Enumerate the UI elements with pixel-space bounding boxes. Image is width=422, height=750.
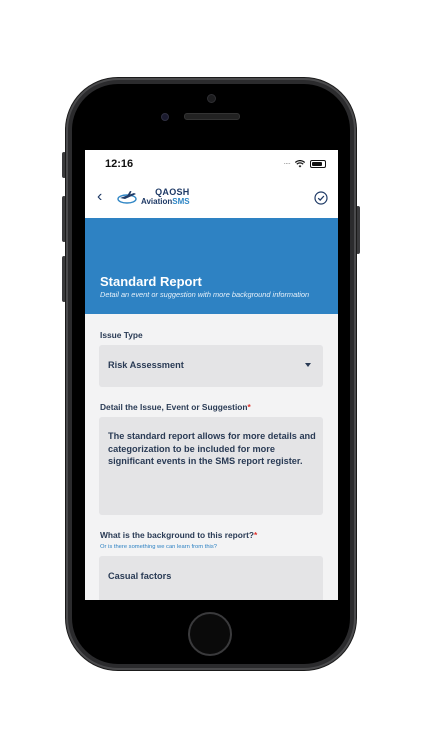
- report-header: Standard Report Detail an event or sugge…: [85, 218, 338, 314]
- background-hint: Or is there something we can learn from …: [100, 544, 217, 550]
- signal-icon: ····: [283, 159, 291, 168]
- wifi-icon: [295, 159, 305, 167]
- power-button: [356, 206, 360, 254]
- caret-down-icon: [305, 363, 311, 367]
- background-textarea[interactable]: Casual factors: [99, 556, 323, 600]
- earpiece-speaker: [184, 113, 240, 120]
- status-icons: ····: [283, 159, 326, 168]
- home-button[interactable]: [188, 612, 232, 656]
- nav-bar: ‹ QAOSH AviationSMS: [85, 180, 338, 219]
- logo-text-aviation: Aviation: [141, 197, 173, 206]
- detail-value: The standard report allows for more deta…: [108, 431, 316, 466]
- issue-type-select[interactable]: Risk Assessment: [99, 345, 323, 387]
- detail-label: Detail the Issue, Event or Suggestion*: [100, 402, 251, 412]
- status-bar: 12:16 ····: [85, 150, 338, 180]
- page-title: Standard Report: [100, 274, 202, 289]
- proximity-sensor: [161, 113, 169, 121]
- issue-type-label: Issue Type: [100, 330, 143, 340]
- status-time: 12:16: [105, 158, 134, 170]
- issue-type-value: Risk Assessment: [108, 360, 184, 370]
- logo-text-sms: SMS: [172, 197, 190, 206]
- background-value: Casual factors: [108, 571, 172, 581]
- required-mark: *: [254, 530, 258, 540]
- background-label: What is the background to this report?*: [100, 530, 258, 540]
- required-mark: *: [247, 402, 251, 412]
- app-logo: QAOSH AviationSMS: [117, 188, 190, 206]
- logo-text-qaosh: QAOSH: [155, 187, 190, 197]
- detail-textarea[interactable]: The standard report allows for more deta…: [99, 417, 323, 515]
- battery-icon: [310, 159, 326, 168]
- airplane-logo-icon: [117, 191, 137, 204]
- check-circle-icon[interactable]: [314, 191, 328, 205]
- page-subtitle: Detail an event or suggestion with more …: [100, 290, 310, 299]
- chevron-left-icon[interactable]: ‹: [97, 188, 102, 206]
- front-camera: [207, 94, 216, 103]
- app-screen: 12:16 ···· ‹ QAOSH AviationSMS Standard …: [85, 150, 338, 600]
